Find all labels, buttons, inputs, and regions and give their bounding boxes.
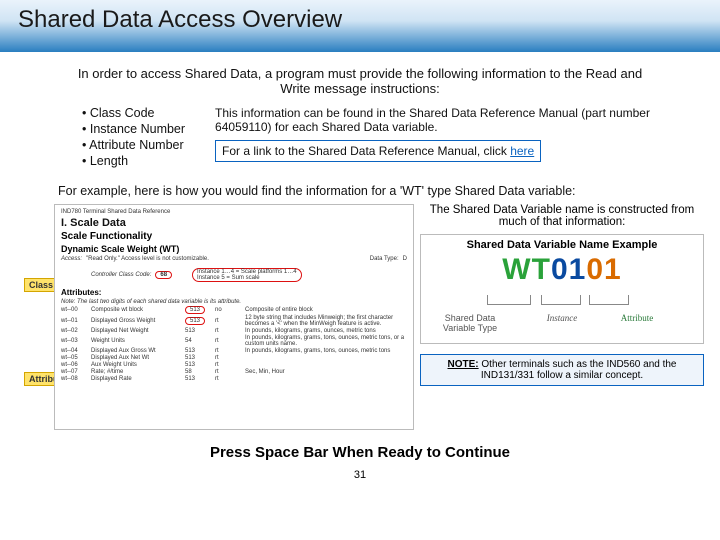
info-row: Class Code Instance Number Attribute Num… xyxy=(0,106,720,170)
info-text: This information can be found in the Sha… xyxy=(215,106,670,134)
bullet-item: Length xyxy=(82,154,185,168)
doc-section: I. Scale Data xyxy=(61,217,407,229)
varname-box: Shared Data Variable Name Example WT0101… xyxy=(420,234,704,344)
link-here[interactable]: here xyxy=(510,144,534,158)
varname-graphic: WT0101 Shared Data Variable Type Instanc… xyxy=(425,253,699,337)
varname-lab-instance: Instance xyxy=(537,313,587,323)
doc-header: IND780 Terminal Shared Data Reference xyxy=(61,209,407,215)
title-bar: Shared Data Access Overview xyxy=(0,0,720,52)
varname-desc: The Shared Data Variable name is constru… xyxy=(420,204,704,234)
link-box: For a link to the Shared Data Reference … xyxy=(215,140,541,162)
doc-item: Dynamic Scale Weight (WT) xyxy=(61,244,407,254)
label-class: Class xyxy=(24,278,58,292)
doc-rows: wt--00Composite wt block513noComposite o… xyxy=(61,306,407,382)
right-column: The Shared Data Variable name is constru… xyxy=(420,204,704,434)
bullet-item: Instance Number xyxy=(82,122,185,136)
varname-lab-type: Shared Data Variable Type xyxy=(431,313,509,333)
page-title: Shared Data Access Overview xyxy=(18,6,702,34)
varname-header: Shared Data Variable Name Example xyxy=(425,239,699,251)
varname-big: WT0101 xyxy=(425,253,699,287)
example-text: For example, here is how you would find … xyxy=(58,184,720,198)
page-number: 31 xyxy=(0,469,720,481)
bullet-item: Attribute Number xyxy=(82,138,185,152)
intro-text: In order to access Shared Data, a progra… xyxy=(66,66,654,96)
bullet-item: Class Code xyxy=(82,106,185,120)
footer-prompt: Press Space Bar When Ready to Continue xyxy=(0,444,720,461)
doc-func: Scale Functionality xyxy=(61,231,407,242)
lower-row: Class Instance Length Attribute IND780 T… xyxy=(0,204,720,434)
info-block: This information can be found in the Sha… xyxy=(215,106,670,162)
doc-note: Note: The last two digits of each shared… xyxy=(61,299,407,305)
doc-attr-hdr: Attributes: xyxy=(61,288,407,297)
note-lead: NOTE: xyxy=(448,359,479,370)
note-text: Other terminals such as the IND560 and t… xyxy=(479,359,677,381)
bullet-list: Class Code Instance Number Attribute Num… xyxy=(82,106,185,170)
varname-lab-attribute: Attribute xyxy=(609,313,665,323)
note-box: NOTE: Other terminals such as the IND560… xyxy=(420,354,704,386)
link-prefix: For a link to the Shared Data Reference … xyxy=(222,144,510,158)
reference-doc-area: Class Instance Length Attribute IND780 T… xyxy=(24,204,414,434)
reference-doc-image: IND780 Terminal Shared Data Reference I.… xyxy=(54,204,414,430)
